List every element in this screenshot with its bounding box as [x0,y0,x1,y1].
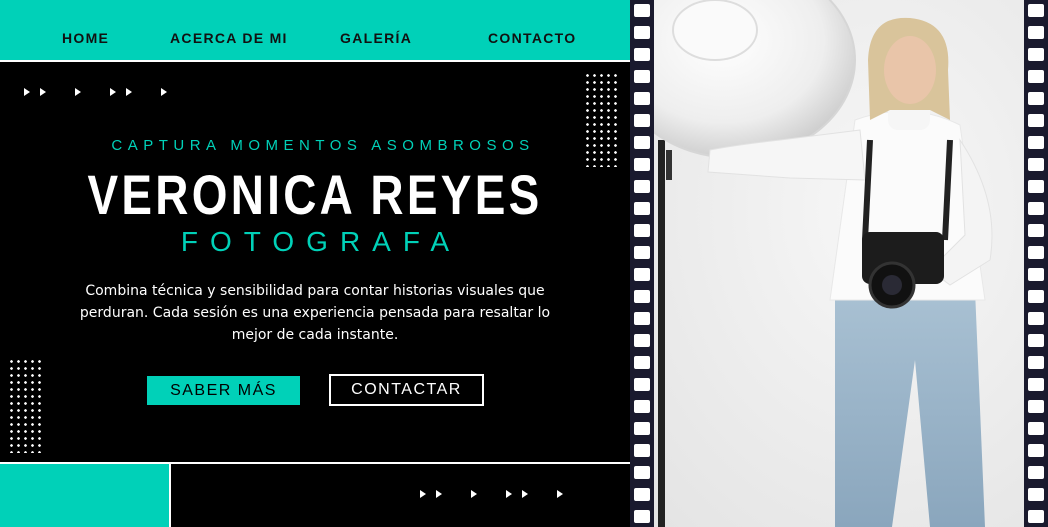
light-stand [658,140,665,527]
film-perforation [1028,400,1044,413]
saber-mas-button[interactable]: SABER MÁS [147,376,300,405]
hero-panel: HOME ACERCA DE MI GALERÍA CONTACTO CAPTU… [0,0,630,527]
play-arrow-icon [24,88,30,96]
film-perforation [1028,466,1044,479]
film-perforation [1028,334,1044,347]
film-perforation [634,70,650,83]
film-perforation [634,510,650,523]
face [884,36,936,104]
photographer-photo [630,0,1048,527]
dish-reflector [672,0,758,61]
film-strip-right [1024,0,1048,527]
film-perforation [634,202,650,215]
nav-about[interactable]: ACERCA DE MI [170,29,288,47]
decor-arrows-top [24,88,167,96]
film-perforation [634,334,650,347]
play-arrow-icon [436,490,442,498]
film-perforation [634,312,650,325]
play-arrow-icon [522,490,528,498]
film-perforation [634,92,650,105]
film-perforation [634,422,650,435]
play-arrow-icon [506,490,512,498]
film-perforation [1028,510,1044,523]
decor-arrows-bottom [420,490,563,498]
film-perforation [634,246,650,259]
film-perforation [634,378,650,391]
film-strip-left [630,0,654,527]
film-perforation [1028,246,1044,259]
dot-grid-bottom-left [8,358,44,453]
film-perforation [1028,114,1044,127]
film-perforation [634,158,650,171]
film-perforation [1028,268,1044,281]
film-perforation [1028,158,1044,171]
contactar-button[interactable]: CONTACTAR [329,374,484,406]
film-perforation [1028,356,1044,369]
film-perforation [634,224,650,237]
film-perforation [1028,488,1044,501]
film-perforation [634,466,650,479]
play-arrow-icon [40,88,46,96]
film-perforation [634,136,650,149]
film-perforation [634,290,650,303]
film-perforation [1028,70,1044,83]
film-perforation [1028,48,1044,61]
film-perforation [634,400,650,413]
play-arrow-icon [420,490,426,498]
bottom-accent-block [0,464,171,527]
film-perforation [634,356,650,369]
film-perforation [1028,312,1044,325]
hero-name: VERONICA REYES [87,163,543,226]
play-arrow-icon [75,88,81,96]
film-perforation [1028,92,1044,105]
hero-tagline: CAPTURA MOMENTOS ASOMBROSOS [111,137,535,154]
film-perforation [634,48,650,61]
film-perforation [1028,422,1044,435]
nav-contact[interactable]: CONTACTO [488,29,576,47]
play-arrow-icon [110,88,116,96]
film-perforation [1028,444,1044,457]
play-arrow-icon [161,88,167,96]
top-navigation: HOME ACERCA DE MI GALERÍA CONTACTO [0,0,630,62]
nav-home[interactable]: HOME [62,29,109,47]
play-arrow-icon [471,490,477,498]
lens-glass [882,275,902,295]
film-perforation [1028,26,1044,39]
stand-clamp [666,150,672,180]
play-arrow-icon [557,490,563,498]
film-perforation [634,4,650,17]
film-perforation [634,488,650,501]
film-perforation [1028,290,1044,303]
film-perforation [1028,136,1044,149]
hero-role: FOTOGRAFA [180,226,462,257]
play-arrow-icon [126,88,132,96]
film-perforation [1028,180,1044,193]
film-perforation [1028,202,1044,215]
film-perforation [1028,4,1044,17]
film-perforation [634,114,650,127]
film-perforation [634,180,650,193]
film-perforation [634,444,650,457]
nav-gallery[interactable]: GALERÍA [340,29,412,47]
film-perforation [634,26,650,39]
film-perforation [1028,378,1044,391]
hero-description: Combina técnica y sensibilidad para cont… [79,283,551,343]
photo-illustration [630,0,1048,527]
film-perforation [1028,224,1044,237]
film-perforation [634,268,650,281]
